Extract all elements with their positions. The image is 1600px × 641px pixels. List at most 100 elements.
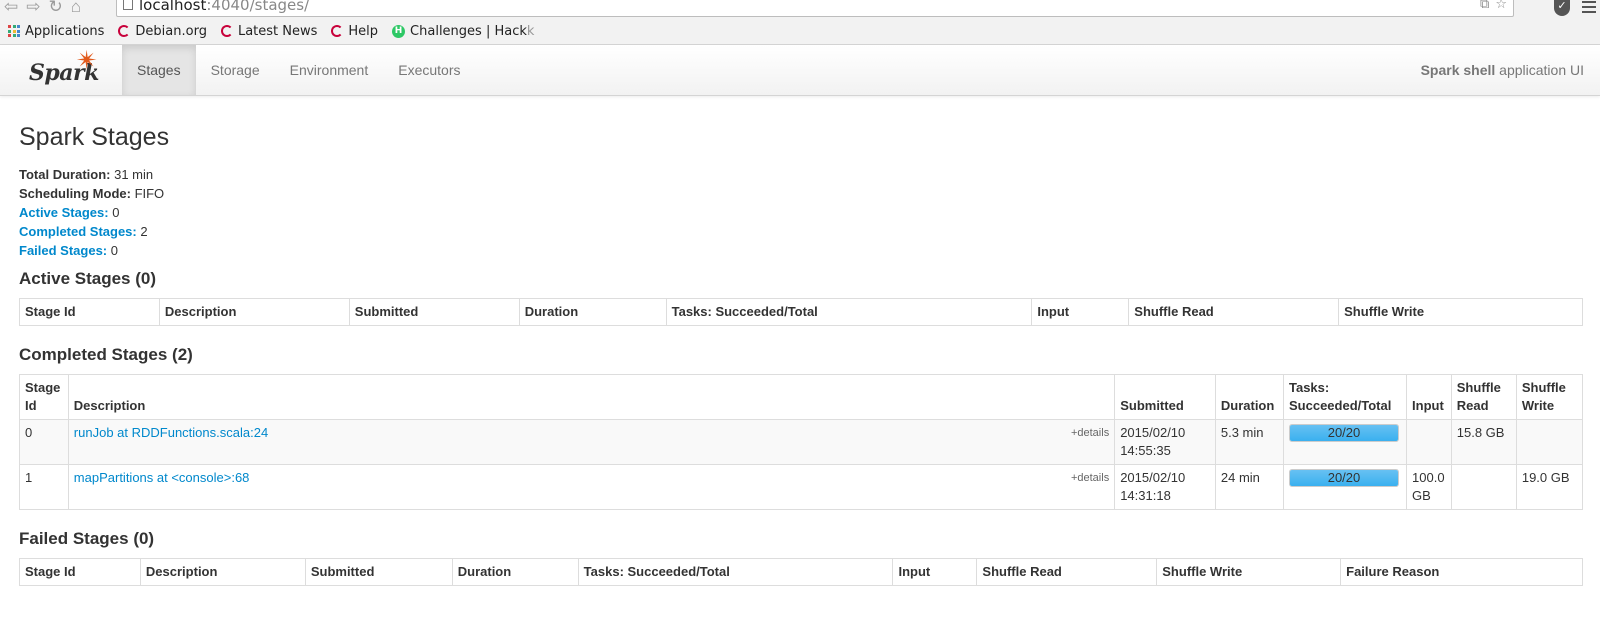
shuffle-read-cell bbox=[1450, 464, 1517, 510]
duration-cell: 5.3 min bbox=[1214, 419, 1285, 465]
nav-tabs: Stages Storage Environment Executors bbox=[122, 45, 475, 95]
app-label: Spark shell application UI bbox=[1421, 45, 1584, 95]
completed-stages-heading: Completed Stages (2) bbox=[19, 345, 193, 364]
url-host: localhost bbox=[139, 0, 207, 14]
column-header-input[interactable]: Input bbox=[1031, 298, 1130, 326]
bookmark-label: Challenges | Hack bbox=[410, 23, 527, 39]
forward-icon[interactable]: ⇨ bbox=[26, 0, 40, 17]
column-header-submitted[interactable]: Submitted bbox=[1114, 374, 1216, 420]
column-header-input[interactable]: Input bbox=[892, 558, 978, 586]
stage-id-cell: 1 bbox=[19, 464, 69, 510]
table-header-row: Stage Id Description Submitted Duration … bbox=[19, 374, 1584, 420]
summary-completed-stages: Completed Stages: 2 bbox=[19, 222, 1584, 241]
app-suffix: application UI bbox=[1495, 62, 1584, 78]
column-header-tasks[interactable]: Tasks: Succeeded/Total bbox=[665, 298, 1033, 326]
summary-scheduling-mode: Scheduling Mode: FIFO bbox=[19, 184, 1584, 203]
summary-label: Total Duration: bbox=[19, 167, 111, 182]
bookmark-help[interactable]: Help bbox=[331, 24, 378, 39]
completed-stages-table: Stage Id Description Submitted Duration … bbox=[19, 374, 1584, 510]
shuffle-write-cell: 19.0 GB bbox=[1515, 464, 1584, 510]
summary-active-stages: Active Stages: 0 bbox=[19, 203, 1584, 222]
shuffle-write-cell bbox=[1515, 419, 1584, 465]
column-header-failure-reason[interactable]: Failure Reason bbox=[1340, 558, 1583, 586]
bookmark-latest-news[interactable]: Latest News bbox=[220, 24, 317, 39]
spark-navbar: Spark ✴ Stages Storage Environment Execu… bbox=[0, 45, 1600, 96]
column-header-tasks[interactable]: Tasks: Succeeded/Total bbox=[1282, 374, 1408, 420]
column-header-submitted[interactable]: Submitted bbox=[348, 298, 520, 326]
debian-swirl-icon bbox=[220, 25, 233, 37]
bookmark-hackerrank[interactable]: H Challenges | Hack k bbox=[392, 24, 534, 39]
column-header-shuffle-write[interactable]: Shuffle Write bbox=[1156, 558, 1342, 586]
spark-star-icon: ✴ bbox=[76, 45, 98, 75]
bookmark-label: Help bbox=[348, 23, 379, 39]
tab-environment[interactable]: Environment bbox=[275, 45, 384, 95]
hackerrank-icon: H bbox=[392, 24, 406, 38]
translate-icon[interactable]: ⧉ bbox=[1480, 0, 1489, 13]
column-header-shuffle-read[interactable]: Shuffle Read bbox=[976, 558, 1158, 586]
spark-logo[interactable]: Spark ✴ bbox=[27, 45, 107, 90]
failed-stages-heading: Failed Stages (0) bbox=[19, 529, 155, 548]
tab-storage[interactable]: Storage bbox=[196, 45, 275, 95]
stage-summary: Total Duration: 31 min Scheduling Mode: … bbox=[19, 165, 1584, 260]
tasks-progress-bar: 20/20 bbox=[1289, 424, 1399, 442]
table-row: 0 runJob at RDDFunctions.scala:24 +detail… bbox=[19, 419, 1584, 465]
details-toggle[interactable]: +details bbox=[1071, 469, 1109, 487]
completed-stages-link[interactable]: Completed Stages: bbox=[19, 224, 137, 239]
table-header-row: Stage Id Description Submitted Duration … bbox=[19, 558, 1583, 586]
stage-description-link[interactable]: mapPartitions at <console>:68 bbox=[74, 470, 250, 485]
summary-failed-stages: Failed Stages: 0 bbox=[19, 241, 1584, 260]
bookmark-debian[interactable]: Debian.org bbox=[118, 24, 207, 39]
column-header-shuffle-write[interactable]: Shuffle Write bbox=[1338, 298, 1583, 326]
reload-icon[interactable]: ↻ bbox=[49, 0, 63, 17]
tab-executors[interactable]: Executors bbox=[383, 45, 475, 95]
failed-stages-link[interactable]: Failed Stages: bbox=[19, 243, 107, 258]
stage-id-cell: 0 bbox=[19, 419, 69, 465]
column-header-stage-id[interactable]: Stage Id bbox=[19, 558, 141, 586]
summary-value: 0 bbox=[108, 205, 120, 220]
menu-icon[interactable] bbox=[1582, 1, 1596, 13]
back-icon[interactable]: ⇦ bbox=[4, 0, 18, 17]
input-cell: 100.0 GB bbox=[1406, 464, 1452, 510]
bookmark-star-icon[interactable]: ☆ bbox=[1495, 0, 1507, 13]
apps-grid-icon bbox=[8, 25, 20, 37]
details-toggle[interactable]: +details bbox=[1071, 424, 1109, 442]
column-header-shuffle-read[interactable]: Shuffle Read bbox=[1128, 298, 1340, 326]
page-content: Spark Stages Total Duration: 31 min Sche… bbox=[19, 96, 1584, 586]
tasks-cell: 20/20 bbox=[1282, 419, 1408, 465]
home-icon[interactable]: ⌂ bbox=[71, 0, 81, 17]
column-header-shuffle-read[interactable]: Shuffle Read bbox=[1450, 374, 1517, 420]
description-cell: mapPartitions at <console>:68 +details bbox=[67, 464, 1116, 510]
shield-extension-icon[interactable]: ✓ bbox=[1554, 0, 1570, 16]
submitted-cell: 2015/02/10 14:55:35 bbox=[1114, 419, 1216, 465]
column-header-shuffle-write[interactable]: Shuffle Write bbox=[1515, 374, 1584, 420]
column-header-duration[interactable]: Duration bbox=[1214, 374, 1285, 420]
summary-value: 2 bbox=[136, 224, 148, 239]
tab-stages[interactable]: Stages bbox=[122, 45, 196, 95]
tasks-cell: 20/20 bbox=[1282, 464, 1408, 510]
column-header-input[interactable]: Input bbox=[1406, 374, 1452, 420]
column-header-description[interactable]: Description bbox=[139, 558, 306, 586]
summary-label: Scheduling Mode: bbox=[19, 186, 131, 201]
column-header-description[interactable]: Description bbox=[158, 298, 350, 326]
column-header-duration[interactable]: Duration bbox=[518, 298, 667, 326]
bookmark-label: Debian.org bbox=[135, 23, 207, 39]
column-header-stage-id[interactable]: Stage Id bbox=[19, 374, 69, 420]
progress-text: 20/20 bbox=[1327, 470, 1361, 485]
summary-value: 0 bbox=[107, 243, 118, 258]
bookmarks-bar: Applications Debian.org Latest News Help… bbox=[0, 18, 1600, 45]
column-header-submitted[interactable]: Submitted bbox=[304, 558, 453, 586]
table-row: 1 mapPartitions at <console>:68 +details … bbox=[19, 464, 1584, 510]
bookmark-applications[interactable]: Applications bbox=[8, 24, 104, 39]
active-stages-link[interactable]: Active Stages: bbox=[19, 205, 109, 220]
column-header-tasks[interactable]: Tasks: Succeeded/Total bbox=[577, 558, 894, 586]
browser-toolbar: ⇦ ⇨ ↻ ⌂ localhost:4040/stages/ ⧉ ☆ ✓ bbox=[0, 0, 1600, 18]
stage-description-link[interactable]: runJob at RDDFunctions.scala:24 bbox=[74, 425, 268, 440]
description-cell: runJob at RDDFunctions.scala:24 +details bbox=[67, 419, 1116, 465]
column-header-description[interactable]: Description bbox=[67, 374, 1116, 420]
column-header-duration[interactable]: Duration bbox=[451, 558, 579, 586]
page-title: Spark Stages bbox=[19, 123, 170, 151]
address-bar[interactable]: localhost:4040/stages/ ⧉ ☆ bbox=[116, 0, 1514, 17]
summary-total-duration: Total Duration: 31 min bbox=[19, 165, 1584, 184]
column-header-stage-id[interactable]: Stage Id bbox=[19, 298, 160, 326]
tasks-progress-bar: 20/20 bbox=[1289, 469, 1399, 487]
